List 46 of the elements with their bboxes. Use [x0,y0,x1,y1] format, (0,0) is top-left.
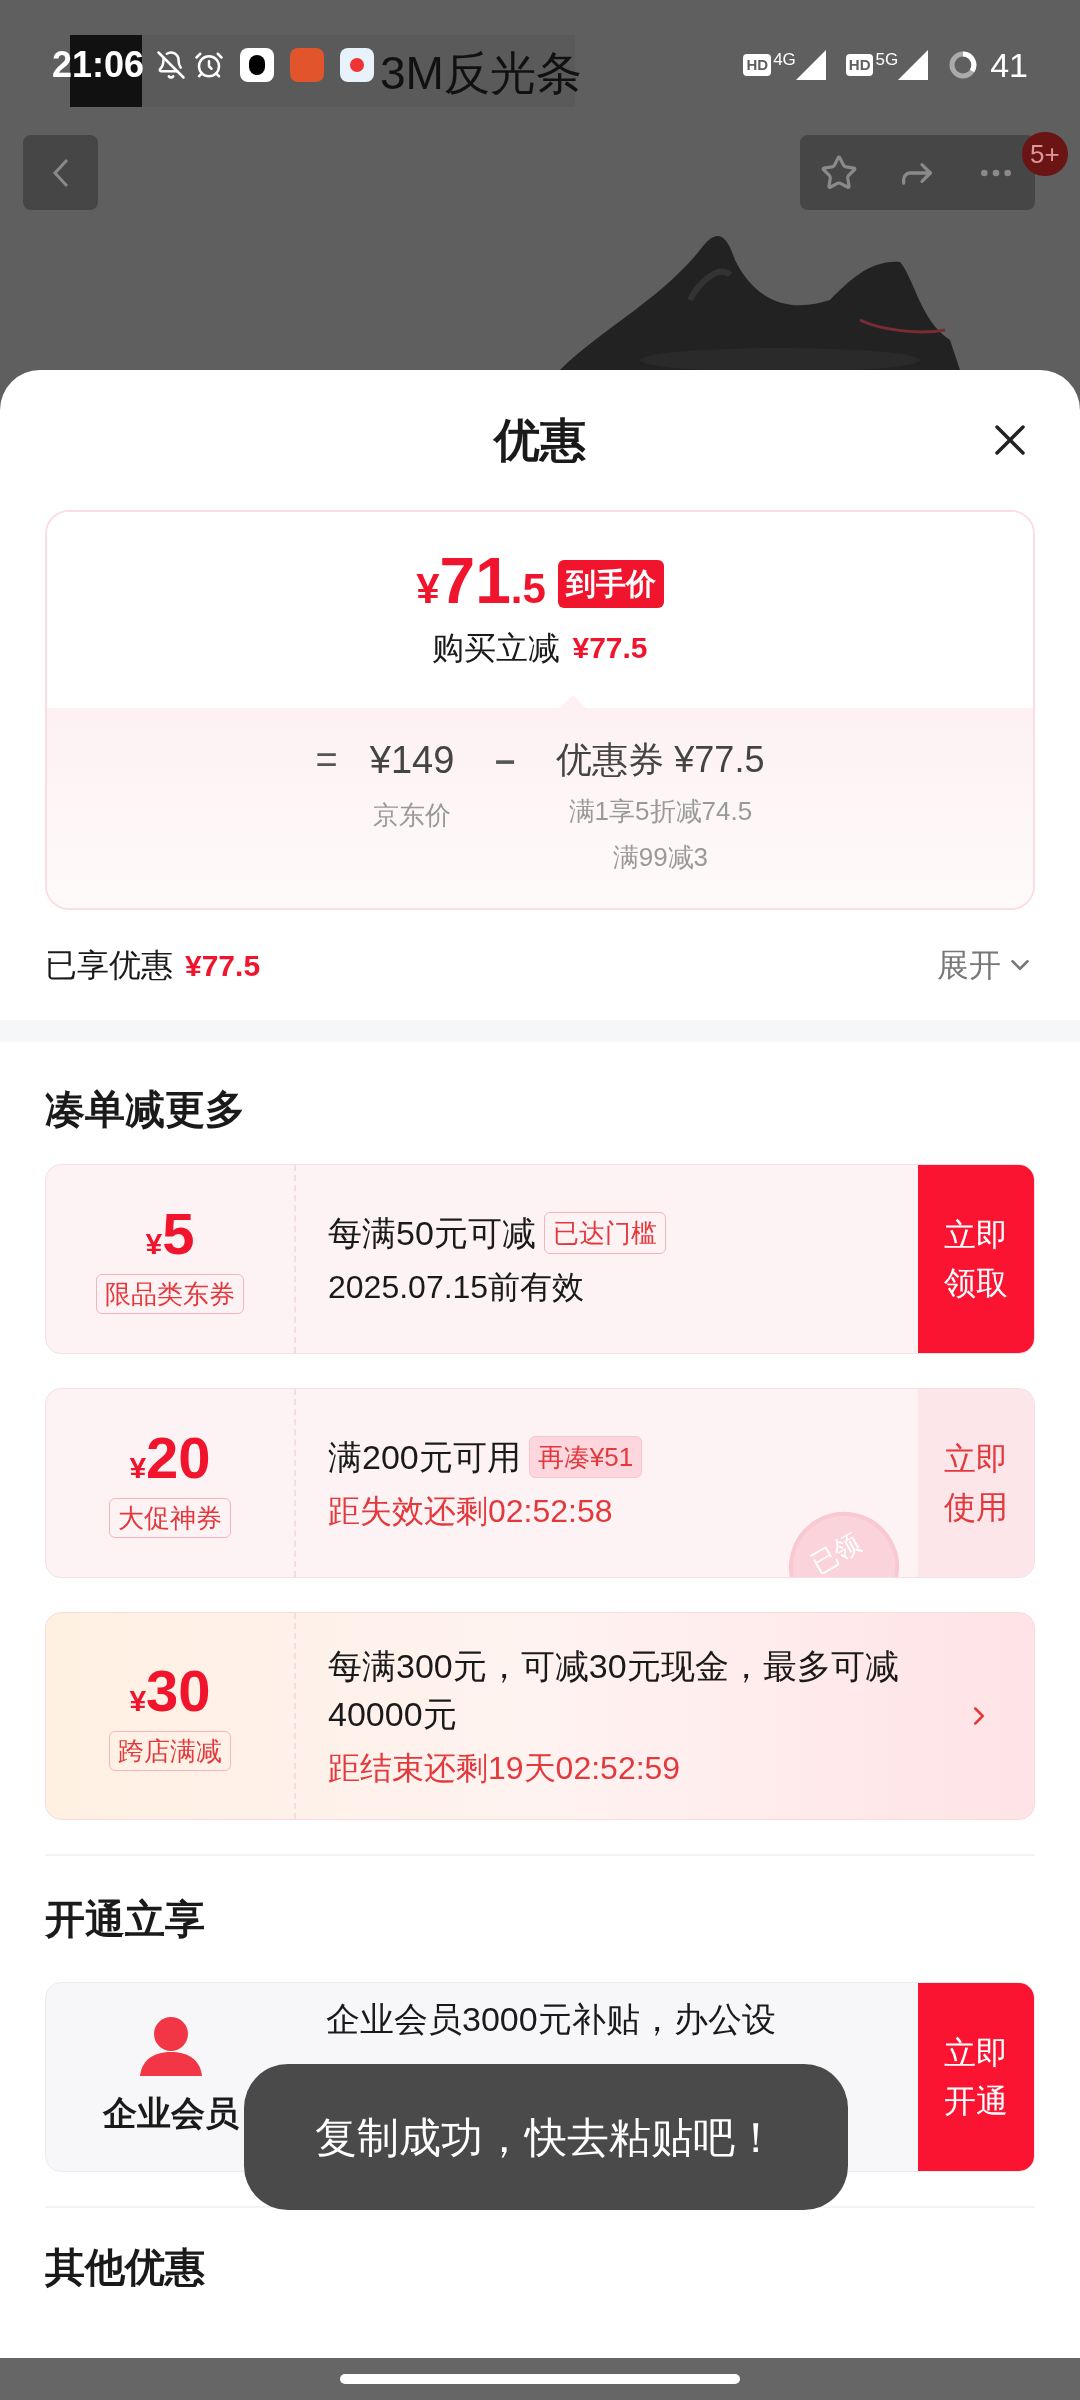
coupon-tag: 大促神券 [109,1497,231,1538]
coupon-badge: 再凑¥51 [528,1436,643,1478]
currency-symbol: ¥ [145,1226,163,1262]
membership-description: 企业会员3000元补贴，办公设 [326,2000,776,2038]
coupon-badge: 已达门槛 [543,1212,666,1254]
final-price-decimal: .5 [510,563,546,614]
section-title: 开通立享 [45,1896,205,1943]
coupon-validity: 2025.07.15前有效 [328,1268,585,1307]
hd-label: HD [743,54,772,76]
clock-time: 21:06 [52,43,145,87]
coupon-tag: 限品类东券 [96,1273,244,1314]
coupon-amount: 30 [146,1661,211,1720]
enjoyed-discount-label: 已享优惠 [45,946,173,985]
deduction-detail: 满1享5折减74.5 [568,795,753,828]
network-type: 5G [875,50,899,70]
coupon-validity: 距结束还剩19天02:52:59 [328,1749,681,1788]
currency-symbol: ¥ [129,1683,147,1719]
instant-discount-label: 购买立减 [432,628,561,668]
network-type: 4G [773,50,796,70]
coupon-validity: 距失效还剩02:52:58 [328,1492,613,1531]
equals-sign: = [315,738,338,783]
section-title: 其他优惠 [45,2244,205,2291]
coupon-tag: 跨店满减 [109,1730,231,1771]
banner-text: 3M反光条 [380,46,582,101]
coupon-title: 每满50元可减 [328,1213,536,1254]
membership-name: 企业会员 [103,2092,239,2134]
coupon-deduction: 优惠券 ¥77.5 [556,738,765,782]
instant-discount-value: ¥77.5 [572,630,648,666]
list-price-label: 京东价 [373,799,452,832]
currency-symbol: ¥ [416,564,440,614]
coupon-amount: 5 [162,1204,195,1263]
currency-symbol: ¥ [129,1450,147,1486]
section-title: 凑单减更多 [45,1086,245,1133]
coupon-amount: 20 [146,1428,211,1487]
coupon-title: 每满300元，可减30元现金，最多可减40000元 [328,1646,900,1735]
final-price: 71 [439,548,511,613]
copy-toast: 复制成功，快去粘贴吧！ [244,2064,848,2210]
sheet-title: 优惠 [494,412,586,468]
deduction-detail: 满99减3 [612,841,709,874]
final-price-tag: 到手价 [557,560,664,608]
list-price: ¥149 [369,738,455,783]
hd-label: HD [845,54,874,76]
battery-level: 41 [990,44,1028,86]
enjoyed-discount-value: ¥77.5 [185,947,261,984]
minus-sign: － [486,738,525,783]
coupon-title: 满200元可用 [328,1437,521,1478]
